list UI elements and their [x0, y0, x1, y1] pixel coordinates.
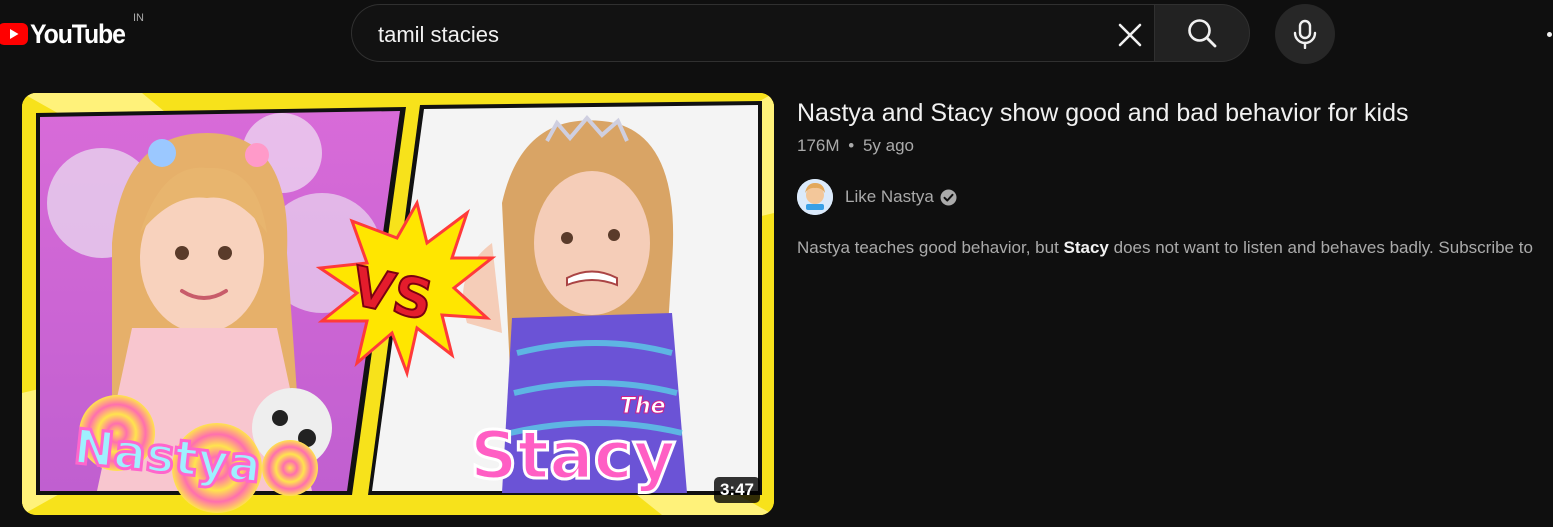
more-options-icon[interactable]	[1547, 32, 1552, 37]
channel-link[interactable]: Like Nastya	[797, 179, 957, 215]
search-bar	[351, 4, 1250, 64]
meta-separator: •	[848, 136, 855, 155]
thumbnail-artwork: Nastya The Stacy VS	[22, 93, 774, 515]
description-text-end: does not want to listen and behaves badl…	[1108, 238, 1533, 257]
channel-name[interactable]: Like Nastya	[845, 187, 934, 207]
channel-avatar[interactable]	[797, 179, 833, 215]
thumbnail-the-label: The	[620, 394, 666, 419]
search-icon	[1188, 19, 1217, 48]
search-input[interactable]	[376, 19, 1100, 51]
description-highlight: Stacy	[1063, 238, 1109, 257]
description-text-start: Nastya teaches good behavior, but	[797, 238, 1064, 257]
voice-search-button[interactable]	[1275, 4, 1335, 64]
youtube-play-icon	[0, 23, 28, 45]
video-duration: 3:47	[713, 477, 760, 503]
logo-text: YouTube	[30, 18, 126, 49]
youtube-logo[interactable]: YouTube	[0, 16, 133, 52]
country-code: IN	[133, 12, 144, 24]
masthead: YouTube IN	[0, 0, 1553, 72]
video-thumbnail[interactable]: Nastya The Stacy VS 3:47	[22, 93, 774, 515]
video-meta: 176M • 5y ago	[797, 136, 914, 156]
microphone-icon	[1293, 19, 1317, 49]
view-count: 176M	[797, 136, 840, 155]
close-icon[interactable]	[1114, 19, 1146, 51]
upload-age: 5y ago	[862, 136, 914, 155]
video-description: Nastya teaches good behavior, but Stacy …	[797, 238, 1553, 258]
channel-avatar-image	[797, 179, 833, 215]
video-title[interactable]: Nastya and Stacy show good and bad behav…	[797, 99, 1409, 128]
verified-check-icon	[940, 189, 957, 205]
search-button[interactable]	[1154, 4, 1250, 62]
thumbnail-right-name: Stacy	[470, 417, 676, 494]
search-box	[351, 4, 1154, 62]
